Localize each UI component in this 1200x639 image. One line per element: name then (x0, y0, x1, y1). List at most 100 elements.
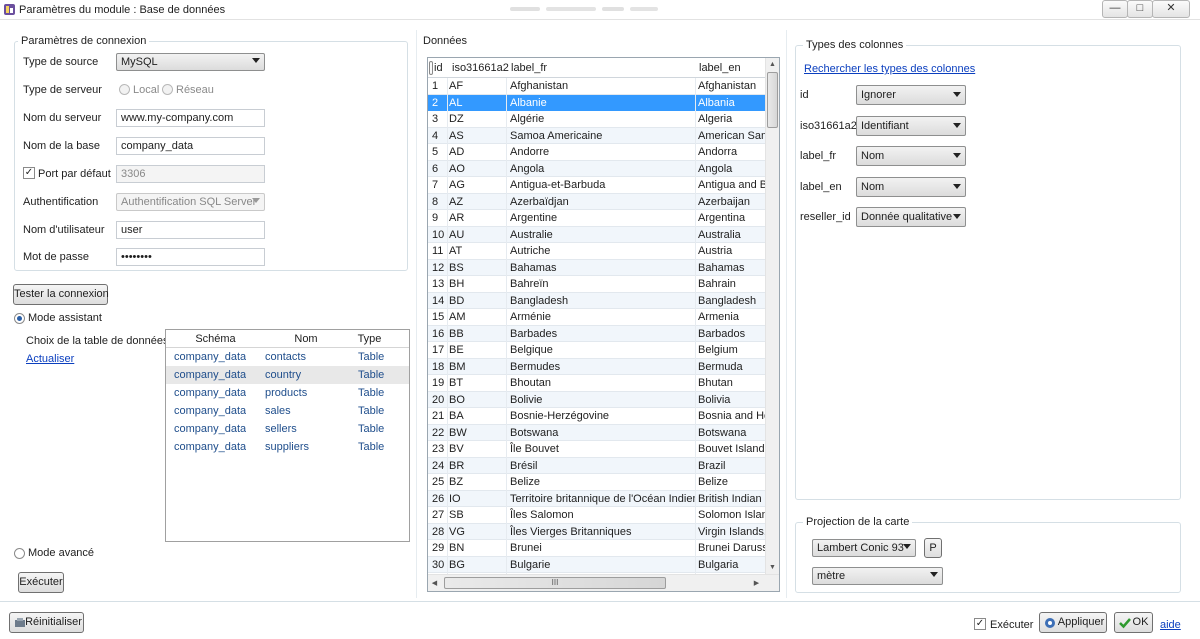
iso-cell: AG (449, 179, 465, 191)
execute-query-button[interactable]: Exécuter (18, 572, 64, 593)
table-list-row[interactable]: company_data sales Table (166, 402, 409, 420)
vscroll-thumb[interactable] (767, 72, 778, 128)
port-input[interactable]: 3306 (116, 165, 265, 183)
field-type-select[interactable]: Nom (856, 146, 966, 166)
data-grid-row[interactable]: 21 BA Bosnie-Herzégovine Bosnia and He (428, 408, 779, 425)
label-fr-cell: Azerbaïdjan (510, 195, 569, 208)
search-types-link[interactable]: Rechercher les types des colonnes (804, 63, 975, 75)
column-header-schema[interactable]: Schéma (166, 330, 265, 348)
column-header-iso[interactable]: iso31661a2 (452, 58, 509, 78)
chevron-down-icon (953, 92, 961, 97)
data-grid-body: 1 AF Afghanistan Afghanistan 2 AL Albanie Alban… (428, 78, 779, 573)
data-grid-row[interactable]: 7 AG Antigua-et-Barbuda Antigua and Ba (428, 177, 779, 194)
hscroll-thumb[interactable]: III (444, 577, 666, 589)
db-name-input[interactable]: company_data (116, 137, 265, 155)
execute-checkbox-label: Exécuter (990, 619, 1034, 631)
column-header-id[interactable]: id (434, 58, 443, 78)
data-grid-row[interactable]: 8 AZ Azerbaïdjan Azerbaijan (428, 193, 779, 210)
table-list-row[interactable]: company_data contacts Table (166, 348, 409, 366)
data-grid-row[interactable]: 25 BZ Belize Belize (428, 474, 779, 491)
data-grid-row[interactable]: 4 AS Samoa Americaine American Sam (428, 127, 779, 144)
iso-cell: AU (449, 228, 465, 241)
default-port-checkbox[interactable]: ✓ (23, 167, 35, 179)
auth-value: Authentification SQL Server (121, 196, 257, 208)
data-grid-hscrollbar[interactable]: ◀ III ▶ (428, 574, 779, 591)
column-header-name[interactable]: Nom (265, 330, 347, 348)
data-grid-row[interactable]: 5 AD Andorre Andorra (428, 144, 779, 161)
close-button[interactable]: ✕ (1152, 0, 1190, 18)
table-list-row[interactable]: company_data sellers Table (166, 420, 409, 438)
data-grid-row[interactable]: 23 BV Île Bouvet Bouvet Island (428, 441, 779, 458)
data-grid-row[interactable]: 28 VG Îles Vierges Britanniques Virgin Isla… (428, 523, 779, 540)
auth-select[interactable]: Authentification SQL Server (116, 193, 265, 211)
data-grid-row[interactable]: 20 BO Bolivie Bolivia (428, 391, 779, 408)
column-header-label-fr[interactable]: label_fr (511, 58, 547, 78)
data-grid-row[interactable]: 13 BH Bahreïn Bahrain (428, 276, 779, 293)
network-radio[interactable] (162, 84, 173, 95)
data-grid-row[interactable]: 3 DZ Algérie Algeria (428, 111, 779, 128)
data-grid-row[interactable]: 29 BN Brunei Brunei Darussa (428, 540, 779, 557)
scroll-right-icon[interactable]: ▶ (750, 577, 763, 590)
window-title: Paramètres du module : Base de données (19, 4, 226, 16)
schema-cell: company_data (174, 351, 247, 363)
scroll-left-icon[interactable]: ◀ (428, 577, 441, 590)
test-connection-button[interactable]: Tester la connexion (13, 284, 109, 305)
data-grid-row[interactable]: 11 AT Autriche Austria (428, 243, 779, 260)
name-cell: sales (265, 405, 291, 417)
scroll-up-icon[interactable]: ▲ (766, 58, 779, 71)
data-grid-row[interactable]: 24 BR Brésil Brazil (428, 457, 779, 474)
source-type-select[interactable]: MySQL (116, 53, 265, 71)
field-type-select[interactable]: Nom (856, 176, 966, 197)
default-port-label: Port par défaut (38, 168, 111, 180)
local-radio[interactable] (119, 84, 130, 95)
data-grid-vscrollbar[interactable]: ▲ ▼ (765, 58, 779, 574)
field-name-label: label_fr (800, 150, 837, 162)
data-grid-row[interactable]: 30 BG Bulgarie Bulgaria (428, 556, 779, 573)
table-list-row[interactable]: company_data products Table (166, 384, 409, 402)
label-en-cell: Bermuda (698, 360, 743, 373)
label-fr-cell: Brésil (510, 459, 538, 472)
column-header-type[interactable]: Type (347, 330, 392, 348)
data-grid-row[interactable]: 10 AU Australie Australia (428, 226, 779, 243)
data-grid-row[interactable]: 14 BD Bangladesh Bangladesh (428, 292, 779, 309)
field-type-select[interactable]: Ignorer (856, 85, 966, 105)
maximize-button[interactable]: □ (1127, 0, 1153, 18)
data-grid-row[interactable]: 17 BE Belgique Belgium (428, 342, 779, 359)
password-input[interactable]: •••••••• (116, 248, 265, 266)
projection-p-button[interactable]: P (924, 538, 942, 558)
scroll-down-icon[interactable]: ▼ (766, 561, 779, 574)
server-name-input[interactable]: www.my-company.com (116, 109, 265, 127)
table-list-row[interactable]: company_data suppliers Table (166, 438, 409, 456)
field-type-select[interactable]: Identifiant (856, 115, 966, 136)
unit-select[interactable]: mètre (812, 567, 943, 585)
data-grid-row[interactable]: 6 AO Angola Angola (428, 160, 779, 177)
minimize-button[interactable]: — (1102, 0, 1128, 18)
label-en-cell: Solomon Islan (698, 509, 768, 521)
iso-cell: AR (449, 212, 465, 224)
data-grid-row[interactable]: 9 AR Argentine Argentina (428, 210, 779, 227)
data-grid-row[interactable]: 15 AM Arménie Armenia (428, 309, 779, 326)
help-link[interactable]: aide (1160, 619, 1181, 631)
reset-button[interactable]: Réinitialiser (9, 612, 84, 633)
column-header-label-en[interactable]: label_en (699, 58, 741, 78)
data-grid-row[interactable]: 1 AF Afghanistan Afghanistan (428, 78, 779, 95)
field-type-select[interactable]: Donnée qualitative (856, 207, 966, 227)
execute-checkbox[interactable]: ✓ (974, 618, 986, 630)
data-grid-row[interactable]: 26 IO Territoire britannique de l'Océan In… (428, 490, 779, 507)
data-grid-row[interactable]: 19 BT Bhoutan Bhutan (428, 375, 779, 392)
data-grid-row[interactable]: 27 SB Îles Salomon Solomon Islan (428, 507, 779, 524)
assistant-mode-radio[interactable] (14, 313, 25, 324)
data-grid-row[interactable]: 22 BW Botswana Botswana (428, 424, 779, 441)
table-list-row[interactable]: company_data country Table (166, 366, 409, 384)
advanced-mode-radio[interactable] (14, 548, 25, 559)
data-grid-row[interactable]: 18 BM Bermudes Bermuda (428, 358, 779, 375)
apply-button[interactable]: Appliquer (1039, 612, 1107, 633)
data-grid-row[interactable]: 12 BS Bahamas Bahamas (428, 259, 779, 276)
projection-select[interactable]: Lambert Conic 93 (812, 539, 916, 557)
data-grid-row[interactable]: 2 AL Albanie Albania (428, 94, 779, 111)
data-grid-row[interactable]: 16 BB Barbades Barbados (428, 325, 779, 342)
right-separator (786, 30, 787, 598)
ok-button[interactable]: OK (1114, 612, 1153, 633)
user-input[interactable]: user (116, 221, 265, 239)
refresh-link[interactable]: Actualiser (26, 353, 74, 365)
